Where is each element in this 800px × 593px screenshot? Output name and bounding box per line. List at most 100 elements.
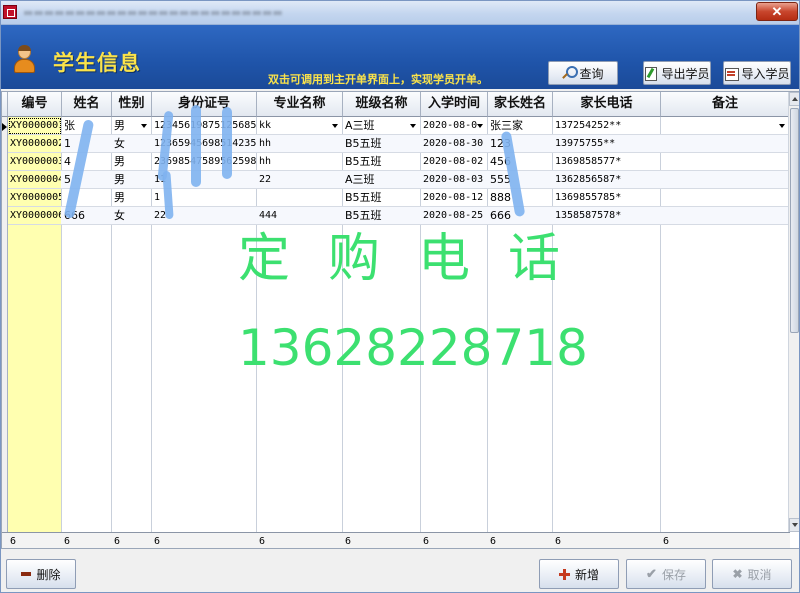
remark-dropdown-arrow-icon[interactable]: [661, 117, 789, 134]
table-row[interactable]: XY0000005 男 1 B5五班 2020-08-12 888 1369855785*: [8, 189, 790, 207]
column-header[interactable]: 专业名称: [257, 92, 343, 117]
table-cell[interactable]: A三班: [343, 171, 420, 188]
table-cell[interactable]: 男: [112, 171, 151, 188]
table-cell[interactable]: [661, 207, 789, 224]
export-students-button[interactable]: 导出学员: [643, 61, 711, 85]
table-cell[interactable]: [661, 153, 789, 170]
table-cell[interactable]: B5五班: [343, 153, 420, 170]
table-cell[interactable]: 男: [112, 189, 151, 206]
watermark-order-text: 定购电话: [238, 229, 599, 289]
delete-button-label: 删除: [36, 567, 61, 582]
column-header[interactable]: 备注: [661, 92, 790, 117]
export-icon: [644, 66, 658, 81]
save-button[interactable]: ✔ 保存: [626, 559, 706, 589]
column-header[interactable]: 家长电话: [553, 92, 661, 117]
add-button-label: 新增: [574, 567, 599, 582]
table-cell[interactable]: 女: [112, 207, 151, 224]
grid-body: 编号 姓名 性别 身份证号 专业名称 班级名称 入学时间 家长姓名 家长电话 备注 XY000000…: [2, 92, 790, 548]
table-cell[interactable]: 张三家: [488, 117, 552, 134]
page-title: 学生信息: [53, 51, 141, 75]
table-cell[interactable]: hh: [257, 135, 342, 152]
table-cell[interactable]: 137254252**: [553, 117, 660, 134]
scroll-up-arrow-icon[interactable]: [789, 92, 799, 106]
table-cell[interactable]: XY0000004: [8, 171, 61, 188]
table-cell[interactable]: [661, 189, 789, 206]
close-button[interactable]: ✕: [756, 2, 798, 21]
cancel-button-label: 取消: [747, 567, 772, 582]
table-cell[interactable]: 123: [488, 135, 552, 152]
delete-button[interactable]: 删除: [6, 559, 76, 589]
hint-text: 双击可调用到主开单界面上，实现学员开单。: [268, 73, 488, 86]
table-cell[interactable]: 2020-08-12: [421, 189, 487, 206]
import-students-button[interactable]: 导入学员: [723, 61, 791, 85]
table-cell[interactable]: 1369855785*: [553, 189, 660, 206]
table-row[interactable]: XY0000001 张男 123456198751256859 kk A三班 2020-0…: [8, 117, 790, 135]
summary-cell: 6: [423, 536, 430, 547]
table-cell[interactable]: 1369858577*: [553, 153, 660, 170]
table-cell[interactable]: XY0000005: [8, 189, 61, 206]
vertical-scrollbar[interactable]: [788, 92, 799, 532]
scroll-down-arrow-icon[interactable]: [789, 518, 799, 532]
summary-row: 6 6 6 6 6 6 6 6 6 6: [2, 532, 790, 548]
current-row-arrow-icon: [2, 123, 7, 131]
table-cell[interactable]: 1362856587*: [553, 171, 660, 188]
table-cell[interactable]: XY0000006: [8, 207, 61, 224]
table-row[interactable]: XY0000003 4 男 236985475895625985 hh B5五班 2020-…: [8, 153, 790, 171]
column-header[interactable]: 班级名称: [343, 92, 421, 117]
table-row[interactable]: XY0000002 1 女 123659456985142358 hh B5五班 2020-…: [8, 135, 790, 153]
query-button-label: 查询: [579, 66, 604, 81]
search-icon: [562, 66, 579, 80]
column-header[interactable]: 编号: [8, 92, 62, 117]
table-cell[interactable]: 2020-08-0: [421, 117, 487, 134]
query-button[interactable]: 查询: [548, 61, 618, 85]
summary-cell: 6: [555, 536, 562, 547]
import-button-label: 导入学员: [741, 66, 790, 81]
save-button-label: 保存: [661, 567, 686, 582]
check-icon: ✔: [646, 566, 657, 581]
table-cell[interactable]: B5五班: [343, 189, 420, 206]
table-cell[interactable]: kk: [257, 117, 342, 134]
table-cell[interactable]: 男: [112, 117, 151, 134]
table-cell[interactable]: 456: [488, 153, 552, 170]
summary-cell: 6: [154, 536, 161, 547]
summary-cell: 6: [114, 536, 121, 547]
table-cell[interactable]: [257, 189, 342, 206]
plus-icon: [558, 568, 570, 580]
window-title-blurred: ▬▬▬▬▬▬▬▬▬▬▬▬▬▬▬▬▬▬▬▬▬▬▬▬▬▬▬: [23, 6, 283, 18]
summary-cell: 6: [663, 536, 670, 547]
table-cell[interactable]: 2020-08-30: [421, 135, 487, 152]
summary-cell: 6: [10, 536, 17, 547]
student-info-window: ▬▬▬▬▬▬▬▬▬▬▬▬▬▬▬▬▬▬▬▬▬▬▬▬▬▬▬ ✕ 学生信息 双击可调用…: [0, 0, 800, 593]
column-header[interactable]: 家长姓名: [488, 92, 553, 117]
table-cell[interactable]: 2020-08-03: [421, 171, 487, 188]
table-cell[interactable]: 2020-08-02: [421, 153, 487, 170]
table-cell[interactable]: [661, 171, 789, 188]
scroll-thumb[interactable]: [790, 108, 799, 333]
cancel-button[interactable]: ✖ 取消: [712, 559, 792, 589]
table-row[interactable]: XY00000045男1122A三班2020-08-03555136285658…: [8, 171, 790, 189]
close-icon: ✖: [732, 567, 743, 581]
table-cell[interactable]: A三班: [343, 117, 420, 134]
summary-cell: 6: [345, 536, 352, 547]
watermark-stroke: [191, 105, 201, 187]
export-button-label: 导出学员: [661, 66, 710, 81]
summary-cell: 6: [64, 536, 71, 547]
column-header[interactable]: 入学时间: [421, 92, 488, 117]
summary-cell: 6: [259, 536, 266, 547]
minus-icon: [21, 572, 32, 576]
table-cell[interactable]: XY0000003: [8, 153, 61, 170]
column-header[interactable]: 姓名: [62, 92, 112, 117]
table-cell[interactable]: 13975755**: [553, 135, 660, 152]
user-icon: [13, 45, 35, 75]
table-cell[interactable]: hh: [257, 153, 342, 170]
table-cell[interactable]: 22: [257, 171, 342, 188]
table-cell[interactable]: 男: [112, 153, 151, 170]
title-bar[interactable]: ▬▬▬▬▬▬▬▬▬▬▬▬▬▬▬▬▬▬▬▬▬▬▬▬▬▬▬ ✕: [1, 1, 799, 25]
table-cell[interactable]: 女: [112, 135, 151, 152]
import-icon: [724, 66, 740, 81]
table-cell[interactable]: XY0000002: [8, 135, 61, 152]
table-cell[interactable]: [661, 135, 789, 152]
add-button[interactable]: 新增: [539, 559, 619, 589]
table-cell[interactable]: B5五班: [343, 135, 420, 152]
column-header[interactable]: 性别: [112, 92, 152, 117]
